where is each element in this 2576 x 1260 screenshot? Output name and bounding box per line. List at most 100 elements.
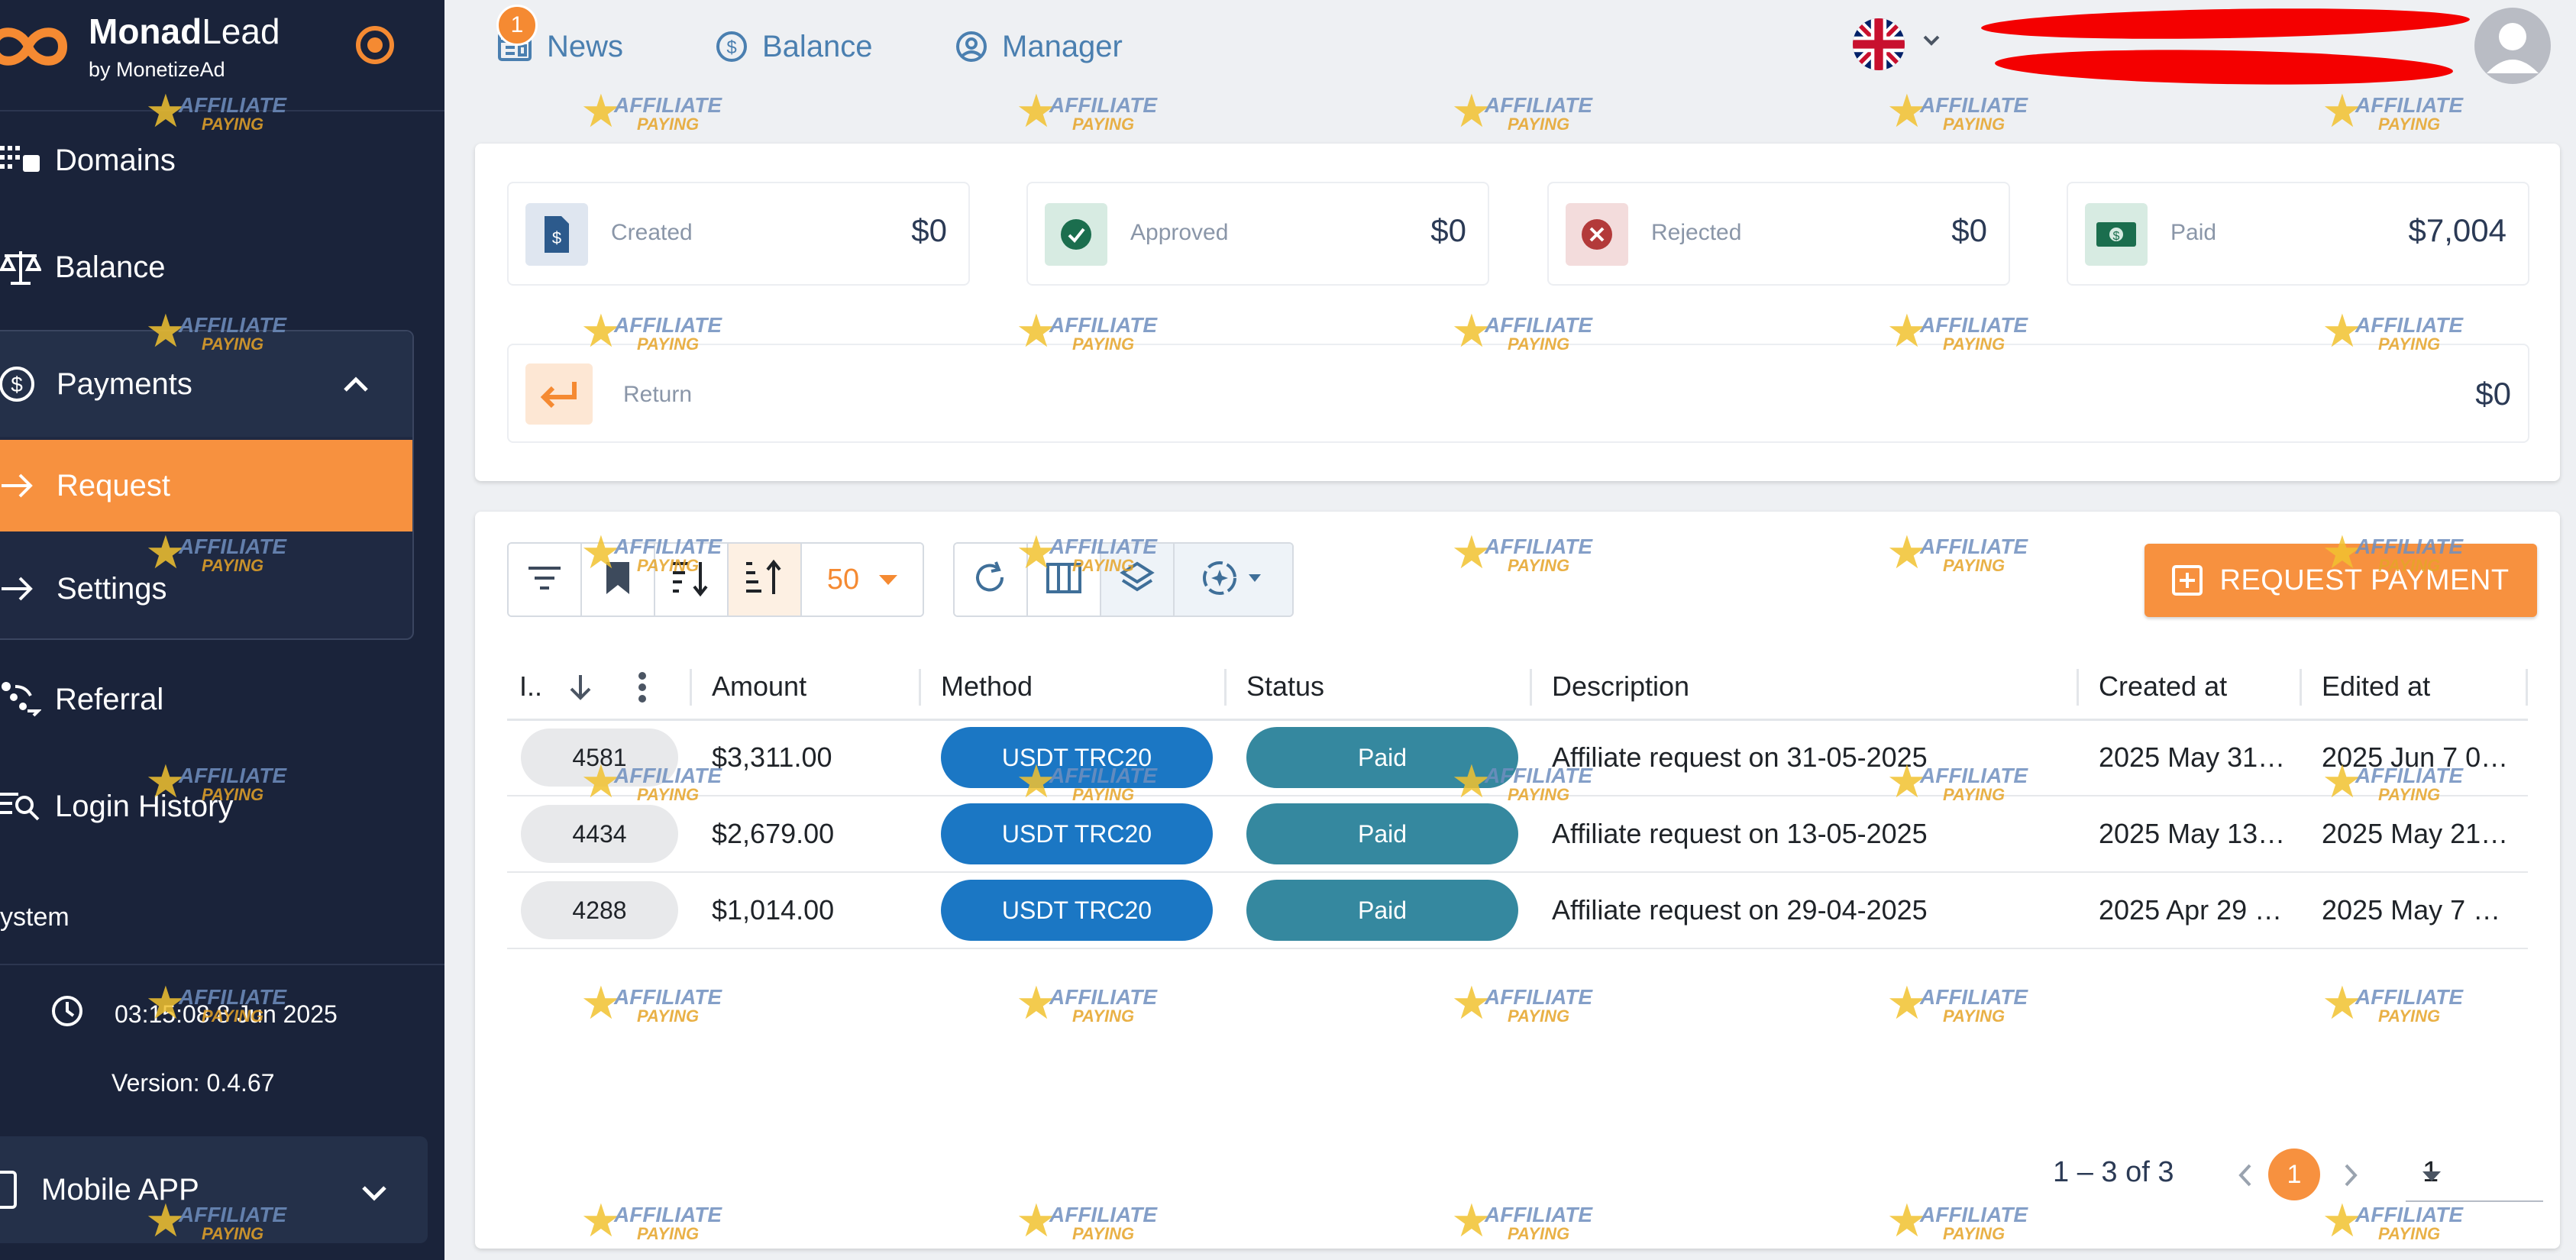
stat-label: Paid [2170, 220, 2217, 245]
app-version: Version: 0.4.67 [112, 1069, 275, 1097]
payment-edited-at: 2025 May 21… [2302, 796, 2528, 873]
caret-down-icon [879, 574, 898, 585]
sidebar-item-login-history[interactable]: Login History [0, 768, 444, 845]
sidebar-item-domains[interactable]: Domains [0, 122, 444, 199]
payment-edited-at: 2025 May 7 … [2302, 872, 2528, 949]
sort-descending-button[interactable] [655, 544, 729, 615]
sidebar-item-label: Referral [55, 682, 164, 716]
phone-icon [0, 1171, 41, 1209]
table-row[interactable]: 4434 $2,679.00 USDT TRC20 Paid Affiliate… [507, 796, 2528, 873]
sidebar-item-mobile-app[interactable]: Mobile APP [0, 1136, 428, 1243]
status-chip: Paid [1246, 803, 1518, 864]
return-arrow-icon [525, 363, 593, 425]
payment-amount: $3,311.00 [692, 719, 921, 796]
status-chip: Paid [1246, 880, 1518, 941]
arrow-down-icon[interactable] [567, 672, 594, 709]
sidebar-item-referral[interactable]: Referral [0, 661, 444, 738]
current-page-button[interactable]: 1 [2268, 1149, 2320, 1200]
table-toolbar: 50 [507, 542, 1294, 617]
sidebar-item-label: Mobile APP [41, 1172, 199, 1207]
column-header-description[interactable]: Description [1532, 655, 2079, 721]
sidebar-item-payments[interactable]: $ Payments [0, 331, 412, 437]
column-header-method[interactable]: Method [921, 655, 1227, 721]
manager-link[interactable]: Manager [955, 23, 1123, 70]
brand-name: MonadLead [89, 11, 280, 51]
news-label: News [547, 29, 624, 63]
column-header-id[interactable]: I.. [507, 655, 692, 721]
balance-link[interactable]: $ Balance [715, 23, 873, 70]
chevron-down-icon [359, 1179, 389, 1213]
stat-value: $7,004 [2408, 212, 2507, 248]
column-header-status[interactable]: Status [1227, 655, 1532, 721]
payment-created-at: 2025 May 31… [2079, 719, 2302, 796]
payment-edited-at: 2025 Jun 7 0… [2302, 719, 2528, 796]
payment-id[interactable]: 4581 [521, 729, 678, 787]
stat-value: $0 [2475, 376, 2511, 412]
more-vertical-icon[interactable] [637, 670, 648, 711]
method-chip: USDT TRC20 [941, 803, 1213, 864]
table-row[interactable]: 4581 $3,311.00 USDT TRC20 Paid Affiliate… [507, 719, 2528, 796]
payments-group: $ Payments Request Settings [0, 330, 414, 640]
user-circle-icon [955, 30, 988, 63]
status-dot-icon[interactable] [356, 26, 394, 64]
svg-text:$: $ [2113, 230, 2120, 243]
chevron-left-icon[interactable] [2236, 1162, 2254, 1192]
layers-button[interactable] [1101, 544, 1175, 615]
refresh-button[interactable] [955, 544, 1028, 615]
layers-icon [1120, 561, 1155, 599]
sidebar-item-settings[interactable]: Settings [0, 547, 412, 631]
check-badge-icon [1045, 203, 1107, 266]
sort-descending-icon [671, 559, 711, 601]
watermark-text: PAYING [1072, 115, 1135, 134]
bookmark-button[interactable] [582, 544, 655, 615]
auto-refresh-button[interactable] [1175, 544, 1292, 615]
request-payment-label: REQUEST PAYMENT [2219, 564, 2510, 596]
payment-description: Affiliate request on 13-05-2025 [1532, 796, 2079, 873]
payment-id[interactable]: 4434 [521, 805, 678, 863]
status-chip: Paid [1246, 727, 1518, 789]
bookmark-icon [605, 561, 631, 599]
stat-paid: $ Paid $7,004 [2067, 182, 2529, 286]
payment-id[interactable]: 4288 [521, 881, 678, 939]
avatar[interactable] [2474, 8, 2551, 84]
stat-label: Created [611, 220, 693, 245]
table-header-row: I.. Amount Method Status Description Cre… [507, 655, 2528, 721]
watermark-text: PAYING [1943, 115, 2006, 134]
infinity-logo-icon [0, 27, 68, 66]
sidebar-item-balance[interactable]: Balance [0, 229, 444, 305]
clock-icon [50, 994, 84, 1034]
sidebar: MonadLead by MonetizeAd Domains Balance … [0, 0, 444, 1260]
watermark-text: PAYING [637, 115, 700, 134]
scale-icon [0, 244, 55, 290]
page-size-select[interactable]: 50 [802, 544, 923, 615]
sidebar-item-label: Payments [57, 367, 192, 401]
chevron-down-icon[interactable] [1920, 32, 1943, 53]
payment-description: Affiliate request on 31-05-2025 [1532, 719, 2079, 796]
close-circle-icon [1566, 203, 1628, 266]
sidebar-item-label: Balance [55, 250, 166, 284]
news-link[interactable]: News 1 [496, 5, 624, 70]
request-payment-button[interactable]: REQUEST PAYMENT [2145, 544, 2537, 617]
redaction-mark [1994, 46, 2454, 89]
table-row[interactable]: 4288 $1,014.00 USDT TRC20 Paid Affiliate… [507, 872, 2528, 949]
column-header-created-at[interactable]: Created at [2079, 655, 2302, 721]
plus-square-icon [2172, 565, 2203, 596]
column-header-amount[interactable]: Amount [692, 655, 921, 721]
filter-button[interactable] [509, 544, 582, 615]
columns-button[interactable] [1028, 544, 1101, 615]
chevron-right-icon[interactable] [2342, 1162, 2360, 1192]
sort-ascending-button[interactable] [729, 544, 802, 615]
sidebar-item-label: Settings [57, 571, 167, 606]
redaction-mark [1980, 5, 2471, 43]
sidebar-item-request[interactable]: Request [0, 440, 412, 531]
sidebar-item-label: Login History [55, 789, 234, 823]
system-section-label: ystem [0, 903, 69, 932]
page-select[interactable]: 1 [2406, 1152, 2543, 1202]
column-header-edited-at[interactable]: Edited at [2302, 655, 2528, 721]
stat-value: $0 [1951, 212, 1987, 248]
uk-flag-icon[interactable] [1853, 18, 1905, 70]
payments-table-card: 50 REQUEST PAYMENT I.. Amount Method Sta… [475, 512, 2560, 1249]
referral-icon [0, 677, 55, 722]
brand: MonadLead by MonetizeAd [0, 0, 444, 111]
system-clock: 03:15:08 8 Jun 2025 [50, 994, 338, 1034]
